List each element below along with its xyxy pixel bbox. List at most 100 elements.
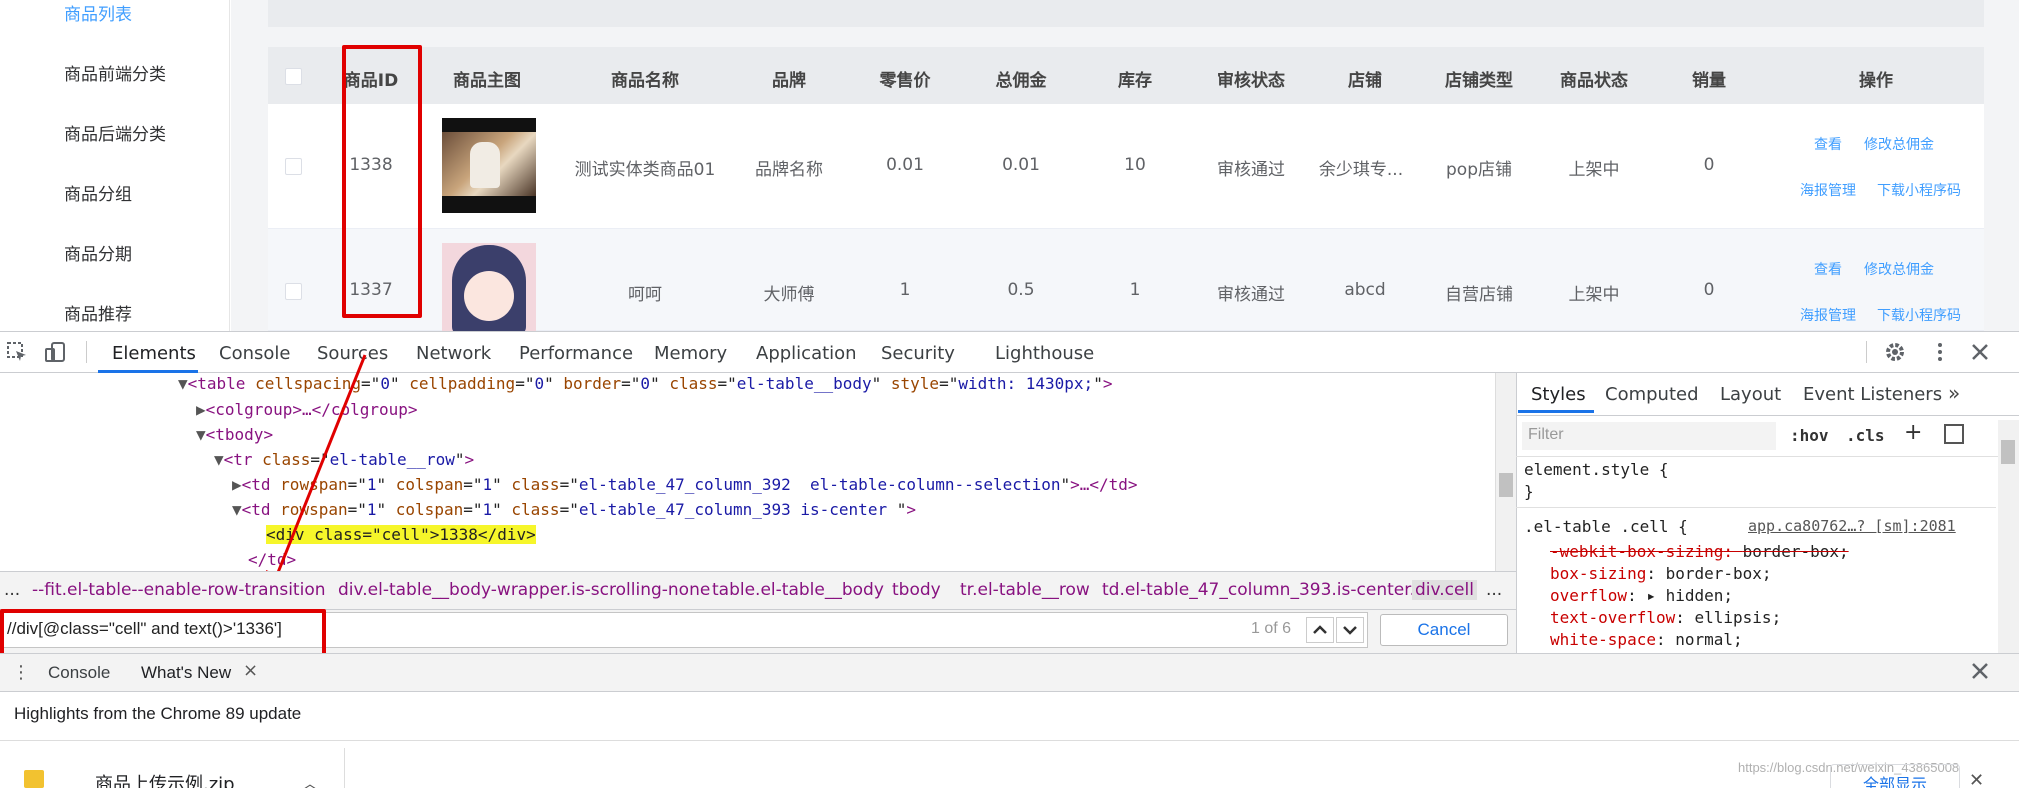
css-property[interactable]: box-sizing: border-box; (1550, 564, 1772, 583)
drawer-tab-whats-new[interactable]: What's New (141, 663, 231, 683)
breadcrumb-item[interactable]: tr.el-table__row (960, 580, 1090, 600)
search-cancel-button[interactable]: Cancel (1380, 614, 1508, 646)
toggle-sidebar-icon[interactable] (1944, 424, 1964, 444)
sidebar-item-installment[interactable]: 商品分期 (64, 240, 132, 265)
css-source-link[interactable]: app.ca80762…? [sm]:2081 (1748, 517, 1956, 535)
search-result-count: 1 of 6 (1251, 620, 1292, 637)
download-qrcode-link[interactable]: 下载小程序码 (1877, 180, 1961, 200)
breadcrumb-item[interactable]: --fit.el-table--enable-row-transition (32, 580, 326, 600)
close-drawer-icon[interactable] (1969, 660, 1991, 682)
more-options-icon[interactable] (1929, 341, 1951, 363)
tab-computed[interactable]: Computed (1605, 384, 1699, 405)
col-header-image: 商品主图 (453, 71, 521, 91)
cell-name: 呵呵 (628, 285, 662, 305)
active-tab-indicator (1518, 410, 1594, 413)
search-prev-button[interactable] (1306, 617, 1334, 643)
css-property[interactable]: white-space: normal; (1550, 630, 1743, 649)
sidebar-item-front-category[interactable]: 商品前端分类 (64, 60, 166, 85)
edit-commission-link[interactable]: 修改总佣金 (1864, 134, 1934, 154)
cell-name: 测试实体类商品01 (574, 160, 716, 180)
elements-scrollbar[interactable] (1495, 373, 1516, 571)
toolbar-area (268, 0, 1984, 27)
hover-state-toggle[interactable]: :hov (1790, 426, 1829, 445)
sidebar-item-product-list[interactable]: 商品列表 (64, 0, 132, 25)
cell-price: 1 (899, 280, 911, 300)
annotation-arrow (266, 354, 367, 595)
tab-event-listeners[interactable]: Event Listeners (1803, 384, 1942, 405)
new-style-rule-icon[interactable]: + (1904, 420, 1922, 445)
breadcrumb-item-active[interactable]: div.cell (1412, 580, 1477, 600)
close-tab-icon[interactable]: × (243, 660, 258, 681)
close-devtools-icon[interactable] (1969, 341, 1991, 363)
chevron-up-icon[interactable]: ︿ (302, 770, 318, 788)
view-link[interactable]: 查看 (1814, 259, 1842, 279)
col-header-commission: 总佣金 (995, 71, 1047, 91)
divider (1516, 415, 2019, 416)
download-file-name[interactable]: 商品上传示例.zip (95, 770, 235, 788)
download-qrcode-link[interactable]: 下载小程序码 (1877, 305, 1961, 325)
col-header-status: 商品状态 (1560, 71, 1628, 91)
close-downloads-icon[interactable]: ✕ (1969, 770, 1984, 788)
css-property[interactable]: text-overflow: ellipsis; (1550, 608, 1781, 627)
breadcrumb-item[interactable]: table.el-table__body (712, 580, 884, 600)
element-style-rule[interactable]: element.style { (1524, 460, 1669, 479)
drawer-tab-console[interactable]: Console (48, 663, 110, 683)
css-property-strikethrough[interactable]: -webkit-box-sizing: border-box; (1550, 542, 1849, 561)
css-selector[interactable]: .el-table .cell { (1524, 517, 1688, 536)
device-toolbar-icon[interactable] (44, 341, 66, 363)
cell-status: 上架中 (1568, 160, 1620, 180)
col-header-audit: 审核状态 (1217, 71, 1285, 91)
breadcrumb-item[interactable]: div.el-table__body-wrapper.is-scrolling-… (338, 580, 710, 600)
divider (1516, 456, 2019, 457)
tab-layout[interactable]: Layout (1720, 384, 1781, 405)
tab-memory[interactable]: Memory (654, 343, 727, 364)
tab-application[interactable]: Application (756, 343, 857, 364)
sidebar-item-recommend[interactable]: 商品推荐 (64, 300, 132, 325)
breadcrumb-item[interactable]: td.el-table_47_column_393.is-center. (1102, 580, 1415, 600)
tab-styles[interactable]: Styles (1531, 384, 1586, 405)
styles-filter-input[interactable]: Filter (1522, 422, 1776, 450)
sidebar-item-back-category[interactable]: 商品后端分类 (64, 120, 166, 145)
styles-scrollbar[interactable] (1998, 420, 2019, 653)
whats-new-message: Highlights from the Chrome 89 update (14, 704, 302, 723)
poster-manage-link[interactable]: 海报管理 (1800, 180, 1856, 200)
cell-price: 0.01 (886, 155, 924, 175)
row-checkbox[interactable] (285, 283, 302, 300)
class-toggle[interactable]: .cls (1846, 426, 1885, 445)
col-header-brand: 品牌 (772, 71, 806, 91)
more-tabs-chevron-icon[interactable]: » (1948, 381, 1960, 405)
breadcrumb-item[interactable]: tbody (892, 580, 941, 600)
drawer-content (0, 691, 2019, 740)
edit-commission-link[interactable]: 修改总佣金 (1864, 259, 1934, 279)
cell-status: 上架中 (1568, 285, 1620, 305)
settings-gear-icon[interactable] (1884, 341, 1906, 363)
breadcrumb-overflow-end[interactable]: ... (1486, 580, 1502, 600)
select-all-checkbox[interactable] (285, 68, 302, 85)
css-property[interactable]: overflow: ▸ hidden; (1550, 586, 1733, 605)
tab-security[interactable]: Security (881, 343, 955, 364)
col-header-actions: 操作 (1859, 71, 1893, 91)
divider (1516, 507, 1996, 508)
inspect-element-icon[interactable] (6, 341, 28, 363)
poster-manage-link[interactable]: 海报管理 (1800, 305, 1856, 325)
cell-audit: 审核通过 (1217, 160, 1285, 180)
sidebar-item-product-group[interactable]: 商品分组 (64, 180, 132, 205)
chevron-up-icon (1313, 625, 1327, 634)
search-next-button[interactable] (1336, 617, 1364, 643)
tab-elements[interactable]: Elements (112, 343, 196, 364)
element-style-close: } (1524, 482, 1534, 501)
scrollbar-thumb[interactable] (1499, 473, 1513, 497)
row-checkbox[interactable] (285, 158, 302, 175)
breadcrumb-overflow-start[interactable]: ... (4, 580, 20, 600)
annotation-highlight-box (342, 45, 422, 318)
tab-performance[interactable]: Performance (519, 343, 633, 364)
view-link[interactable]: 查看 (1814, 134, 1842, 154)
scrollbar-thumb[interactable] (2001, 440, 2015, 464)
drawer-menu-icon[interactable]: ⋮ (12, 662, 30, 683)
tab-lighthouse[interactable]: Lighthouse (995, 343, 1094, 364)
toolbar-divider (86, 341, 87, 363)
tab-network[interactable]: Network (416, 343, 491, 364)
col-header-shop-type: 店铺类型 (1445, 71, 1513, 91)
show-all-downloads-button[interactable]: 全部显示 (1830, 764, 1960, 788)
cell-sales: 0 (1703, 280, 1715, 300)
